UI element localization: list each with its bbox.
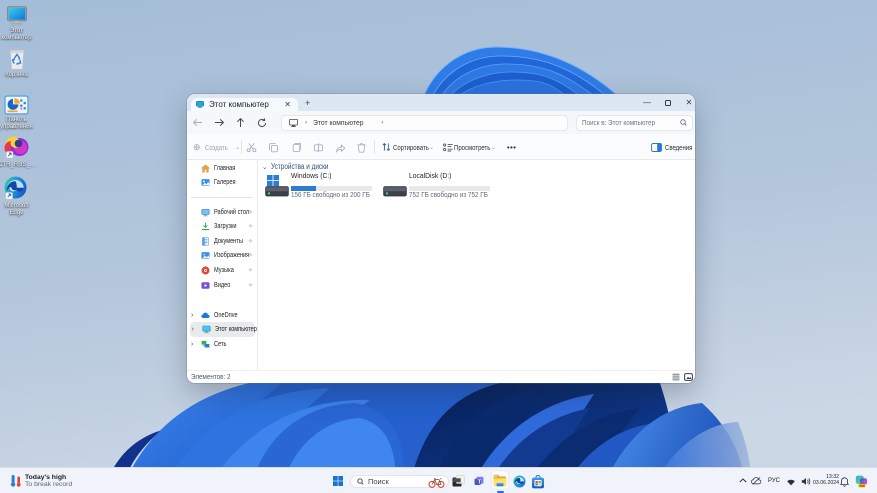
svg-text:PRE: PRE <box>860 484 866 488</box>
